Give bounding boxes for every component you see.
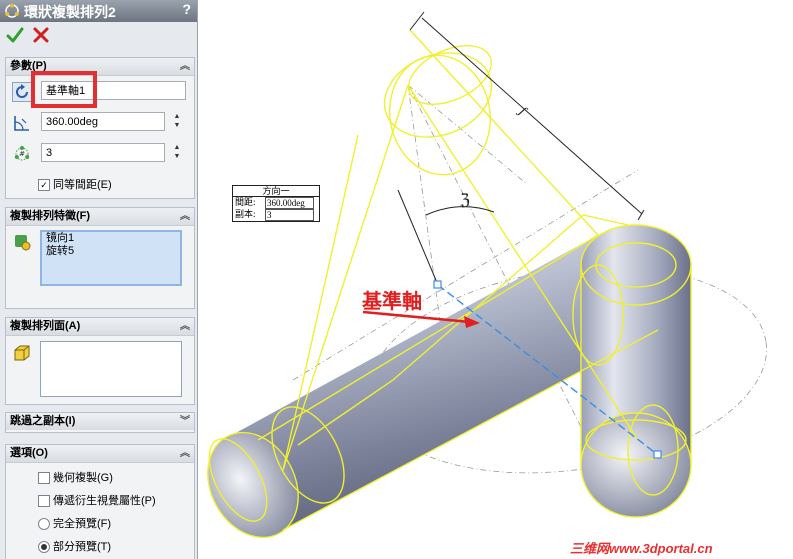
angle-dimension-symbol: ℨ	[460, 192, 470, 209]
list-item[interactable]: 镜向1	[42, 232, 180, 245]
axis-annotation-label: 基準軸	[362, 291, 422, 313]
graphics-viewport[interactable]: ʃ ℨ 方向一 間距: 360.00deg 副本: 3 基準軸 三维网www.3…	[198, 0, 793, 559]
cancel-button[interactable]	[32, 26, 50, 44]
property-manager-panel: 環狀複製排列2 ? 參數(P) ︽ 基準軸1 360.00deg ▲ ▼ # 3…	[0, 0, 198, 559]
partial-preview-option[interactable]: 部分預覽(T)	[38, 538, 111, 554]
collapse-up-icon[interactable]: ︽	[180, 445, 190, 462]
callout-title: 方向一	[233, 186, 319, 197]
angle-spinner[interactable]: ▲ ▼	[172, 112, 182, 131]
watermark: 三维网www.3dportal.cn	[570, 541, 713, 556]
instances-icon: #	[14, 146, 30, 161]
propagate-visual-option[interactable]: 傳遞衍生視覺屬性(P)	[38, 492, 156, 508]
equal-spacing-option[interactable]: ✓ 同等間距(E)	[38, 176, 112, 192]
callout-spacing-label: 間距:	[235, 197, 256, 207]
options-group: 選項(O) ︽ 幾何複製(G) 傳遞衍生視覺屬性(P) 完全預覽(F) 部分預覽…	[5, 444, 195, 559]
callout-copies-value[interactable]: 3	[265, 209, 314, 221]
help-icon[interactable]: ?	[182, 1, 191, 17]
partial-preview-radio[interactable]	[38, 541, 50, 554]
features-listbox[interactable]: 镜向1 旋转5	[40, 230, 182, 286]
options-header-label: 選項(O)	[10, 447, 48, 459]
pattern-direction-callout[interactable]: 方向一 間距: 360.00deg 副本: 3	[232, 185, 320, 222]
equal-spacing-label: 同等間距(E)	[53, 179, 112, 191]
full-preview-label: 完全預覽(F)	[53, 518, 112, 530]
features-group: 複製排列特徵(F) ︽ 镜向1 旋转5	[5, 207, 195, 309]
collapse-up-icon[interactable]: ︽	[180, 58, 190, 75]
expand-down-icon[interactable]: ︾	[180, 413, 190, 430]
skip-instances-header-label: 跳過之副本(I)	[10, 415, 76, 427]
title-bar: 環狀複製排列2 ?	[0, 0, 197, 22]
list-item[interactable]: 旋转5	[42, 245, 180, 258]
faces-group: 複製排列面(A) ︽	[5, 317, 195, 405]
faces-listbox[interactable]	[40, 341, 182, 397]
features-group-header[interactable]: 複製排列特徵(F) ︽	[6, 208, 194, 226]
instance-count-input[interactable]: 3	[41, 143, 165, 162]
axis-field-highlight	[31, 71, 97, 108]
panel-title: 環狀複製排列2	[24, 4, 116, 20]
count-spinner[interactable]: ▲ ▼	[172, 143, 182, 162]
circular-pattern-icon	[5, 3, 19, 18]
geometry-pattern-checkbox[interactable]	[38, 472, 50, 485]
skip-instances-group: 跳過之副本(I) ︾	[5, 412, 195, 433]
partial-preview-label: 部分預覽(T)	[53, 541, 112, 553]
propagate-visual-checkbox[interactable]	[38, 495, 50, 508]
features-header-label: 複製排列特徵(F)	[10, 210, 91, 222]
equal-spacing-checkbox[interactable]: ✓	[38, 179, 50, 192]
axis-handle	[653, 450, 662, 459]
angle-icon	[14, 116, 29, 131]
full-preview-radio[interactable]	[38, 518, 50, 531]
full-preview-option[interactable]: 完全預覽(F)	[38, 515, 111, 531]
callout-copies-label: 副本:	[235, 209, 256, 219]
model-scene: ʃ ℨ	[207, 11, 767, 539]
rotate-arrow-icon[interactable]	[12, 82, 32, 102]
callout-copies-row: 副本: 3	[233, 209, 319, 221]
collapse-up-icon[interactable]: ︽	[180, 318, 190, 335]
propagate-visual-label: 傳遞衍生視覺屬性(P)	[53, 495, 156, 507]
callout-spacing-row: 間距: 360.00deg	[233, 197, 319, 209]
ok-button[interactable]	[6, 26, 24, 44]
angle-input[interactable]: 360.00deg	[41, 112, 165, 131]
features-icon	[15, 235, 31, 251]
geometry-pattern-label: 幾何複製(G)	[53, 472, 113, 484]
geometry-pattern-option[interactable]: 幾何複製(G)	[38, 469, 113, 485]
axis-handle	[433, 280, 442, 289]
faces-header-label: 複製排列面(A)	[10, 320, 81, 332]
faces-group-header[interactable]: 複製排列面(A) ︽	[6, 318, 194, 336]
callout-spacing-value[interactable]: 360.00deg	[265, 197, 314, 209]
skip-instances-header[interactable]: 跳過之副本(I) ︾	[6, 413, 194, 430]
collapse-up-icon[interactable]: ︽	[180, 208, 190, 225]
svg-text:#: #	[19, 150, 25, 158]
options-group-header[interactable]: 選項(O) ︽	[6, 445, 194, 463]
face-cube-icon	[14, 345, 30, 361]
